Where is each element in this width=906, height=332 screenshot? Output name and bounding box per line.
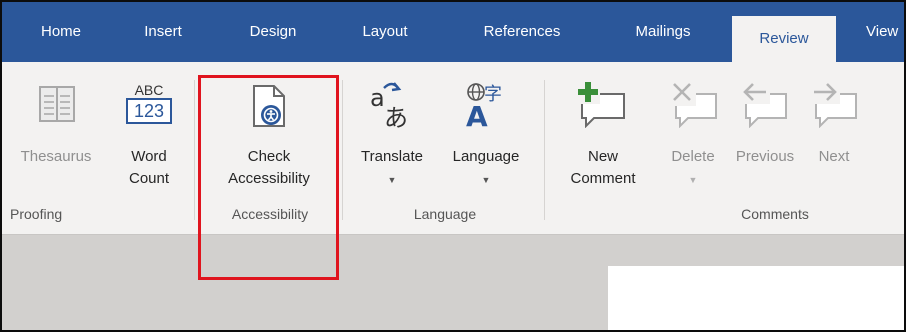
svg-text:A: A (466, 100, 488, 128)
language-dropdown-chevron-icon: ▼ (481, 175, 491, 185)
group-separator (342, 80, 343, 220)
next-comment-icon (810, 80, 857, 128)
tab-insert[interactable]: Insert (132, 2, 194, 62)
new-comment-label-line2: Comment (570, 170, 636, 187)
tab-layout[interactable]: Layout (350, 2, 420, 62)
svg-text:a: a (370, 84, 385, 112)
new-comment-label-line1: New (587, 148, 618, 165)
group-separator (194, 80, 195, 220)
translate-label: Translate (361, 148, 423, 165)
new-comment-icon (576, 80, 625, 128)
previous-comment-icon (740, 80, 787, 128)
word-count-label-line1: Word (131, 148, 167, 165)
document-page[interactable] (608, 266, 904, 330)
highlight-box (198, 75, 339, 280)
svg-text:あ: あ (384, 104, 408, 128)
thesaurus-button[interactable]: Thesaurus (18, 80, 94, 200)
delete-comment-icon (670, 80, 717, 128)
language-label: Language (452, 148, 520, 165)
tab-view[interactable]: View (866, 2, 904, 62)
language-button[interactable]: 字 A Language ▼ (440, 80, 532, 200)
tab-mailings[interactable]: Mailings (614, 2, 712, 62)
tab-references[interactable]: References (462, 2, 582, 62)
delete-dropdown-chevron-icon: ▼ (688, 175, 698, 185)
previous-comment-button[interactable]: Previous (726, 80, 804, 200)
group-separator (544, 80, 545, 220)
translate-button[interactable]: a あ Translate ▼ (348, 80, 436, 200)
word-count-icon-123: 123 (126, 98, 172, 124)
new-comment-button[interactable]: New Comment (556, 80, 650, 200)
translate-dropdown-chevron-icon: ▼ (387, 175, 397, 185)
thesaurus-book-icon (39, 86, 75, 122)
translate-icon: a あ (370, 82, 408, 128)
word-count-icon-abc: ABC (134, 82, 164, 98)
word-count-button[interactable]: ABC 123 Word Count (116, 80, 182, 200)
previous-comment-label: Previous (735, 148, 795, 165)
word-count-icon: ABC 123 (126, 82, 172, 124)
tab-review[interactable]: Review (732, 16, 836, 62)
ribbon: Thesaurus ABC 123 Word Count Proofing Ch… (2, 62, 904, 235)
group-label-proofing: Proofing (10, 206, 63, 222)
word-window: Home Insert Design Layout References Mai… (0, 0, 906, 332)
tab-home[interactable]: Home (26, 2, 96, 62)
delete-comment-button[interactable]: Delete ▼ (658, 80, 728, 200)
delete-comment-label: Delete (671, 148, 715, 165)
tab-design[interactable]: Design (232, 2, 314, 62)
thesaurus-label: Thesaurus (20, 148, 92, 165)
next-comment-label: Next (818, 148, 850, 165)
language-icon: 字 A (466, 83, 502, 128)
word-count-label-line2: Count (128, 170, 170, 187)
group-label-comments: Comments (741, 206, 809, 222)
next-comment-button[interactable]: Next (804, 80, 864, 200)
group-label-language: Language (413, 206, 477, 222)
ribbon-tab-bar: Home Insert Design Layout References Mai… (2, 2, 904, 62)
